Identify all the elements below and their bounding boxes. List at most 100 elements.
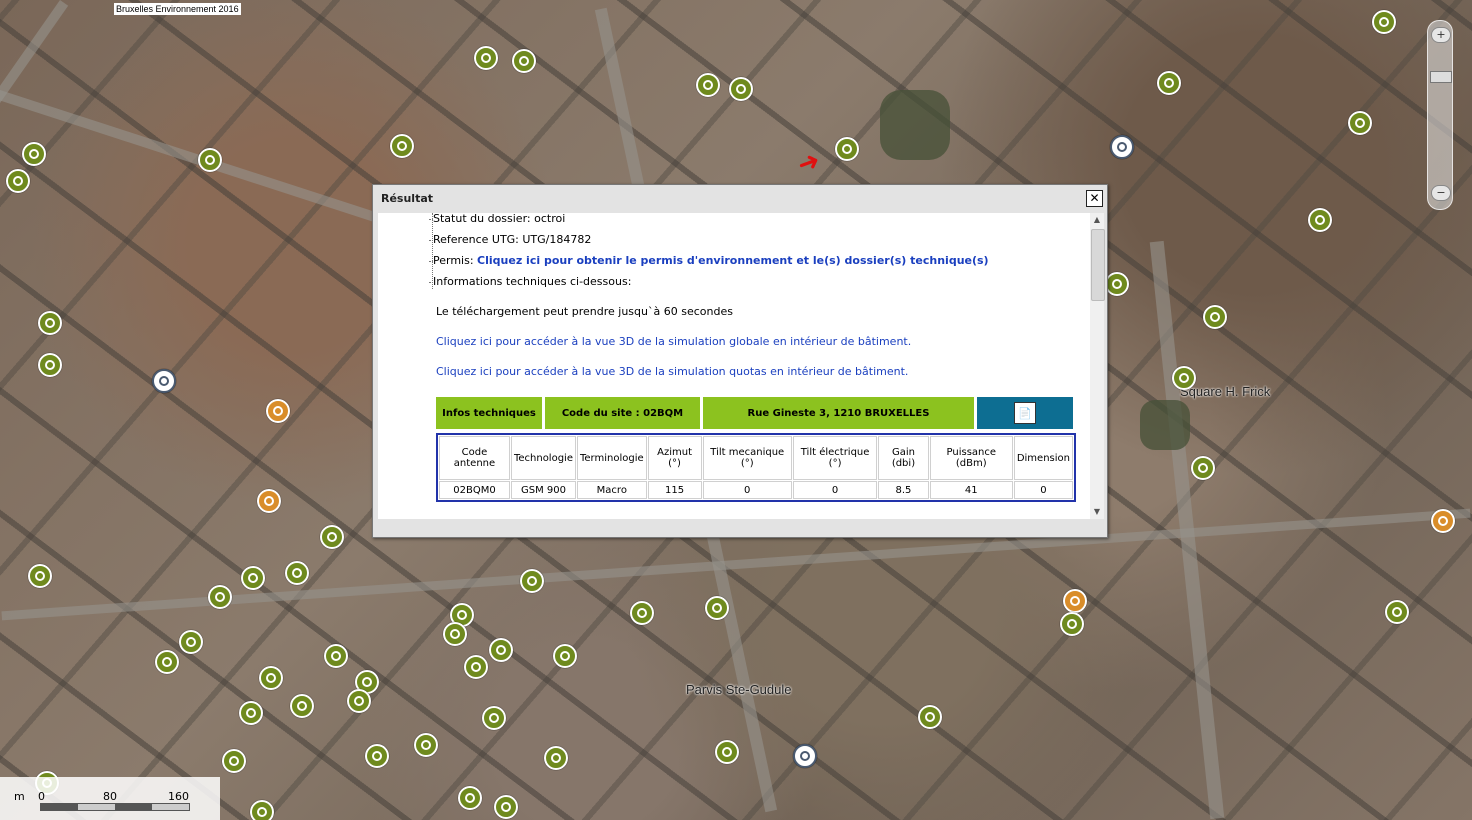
antenna-marker-icon[interactable] — [918, 705, 942, 729]
cell-code-antenne: 02BQM0 — [439, 481, 510, 499]
antenna-marker-icon[interactable] — [198, 148, 222, 172]
antenna-marker-icon[interactable] — [285, 561, 309, 585]
info-bar: Infos techniques Code du site : 02BQM Ru… — [436, 397, 1075, 429]
antenna-marker-icon[interactable] — [1431, 509, 1455, 533]
permit-label: Permis: — [433, 254, 478, 267]
zoom-handle[interactable] — [1430, 71, 1452, 83]
scroll-down-icon[interactable]: ▼ — [1090, 505, 1104, 519]
info-tech-cell: Infos techniques — [436, 397, 542, 429]
col-terminologie: Terminologie — [576, 436, 647, 480]
dialog-content[interactable]: Statut du dossier: octroi Reference UTG:… — [378, 213, 1090, 519]
col-tilt-mecanique: Tilt mecanique (°) — [702, 436, 792, 480]
antenna-marker-icon[interactable] — [630, 601, 654, 625]
antenna-marker-icon[interactable] — [290, 694, 314, 718]
antenna-marker-icon[interactable] — [474, 46, 498, 70]
scale-graphic — [40, 803, 190, 811]
antenna-marker-icon[interactable] — [729, 77, 753, 101]
zoom-in-button[interactable]: + — [1431, 27, 1451, 43]
col-dimension: Dimension — [1013, 436, 1073, 480]
map-park — [880, 90, 950, 160]
antenna-marker-icon[interactable] — [152, 369, 176, 393]
antenna-marker-icon[interactable] — [155, 650, 179, 674]
antenna-marker-icon[interactable] — [365, 744, 389, 768]
antenna-marker-icon[interactable] — [208, 585, 232, 609]
link-3d-global[interactable]: Cliquez ici pour accéder à la vue 3D de … — [436, 335, 911, 348]
antenna-marker-icon[interactable] — [482, 706, 506, 730]
cell-dimension: 0 — [1013, 481, 1073, 499]
place-label-square: Square H. Frick — [1180, 384, 1271, 399]
antenna-marker-icon[interactable] — [458, 786, 482, 810]
antenna-marker-icon[interactable] — [1348, 111, 1372, 135]
antenna-marker-icon[interactable] — [320, 525, 344, 549]
antenna-marker-icon[interactable] — [489, 638, 513, 662]
antenna-marker-icon[interactable] — [414, 733, 438, 757]
antenna-marker-icon[interactable] — [1110, 135, 1134, 159]
dialog-scrollbar[interactable]: ▲ ▼ — [1090, 213, 1105, 519]
antenna-marker-icon[interactable] — [257, 489, 281, 513]
antenna-marker-icon[interactable] — [443, 622, 467, 646]
antenna-marker-icon[interactable] — [1385, 600, 1409, 624]
scale-bar: m 0 80 160 — [0, 777, 220, 820]
antenna-marker-icon[interactable] — [553, 644, 577, 668]
antenna-marker-icon[interactable] — [1191, 456, 1215, 480]
antenna-marker-icon[interactable] — [464, 655, 488, 679]
antenna-marker-icon[interactable] — [1203, 305, 1227, 329]
location-arrow-icon: ➜ — [793, 145, 825, 181]
site-code-cell: Code du site : 02BQM — [545, 397, 700, 429]
reference-label: Reference UTG: UTG/184782 — [433, 233, 592, 246]
link-3d-quota[interactable]: Cliquez ici pour accéder à la vue 3D de … — [436, 365, 908, 378]
antenna-marker-icon[interactable] — [38, 311, 62, 335]
antenna-marker-icon[interactable] — [22, 142, 46, 166]
antenna-marker-icon[interactable] — [6, 169, 30, 193]
scroll-thumb[interactable] — [1091, 229, 1105, 301]
col-code-antenne: Code antenne — [439, 436, 510, 480]
antenna-table: Code antenne Technologie Terminologie Az… — [436, 433, 1076, 502]
antenna-marker-icon[interactable] — [715, 740, 739, 764]
antenna-marker-icon[interactable] — [179, 630, 203, 654]
cell-tilt-electrique: 0 — [792, 481, 878, 499]
col-gain: Gain (dbi) — [878, 436, 929, 480]
antenna-marker-icon[interactable] — [1060, 612, 1084, 636]
antenna-marker-icon[interactable] — [835, 137, 859, 161]
cell-puissance: 41 — [929, 481, 1013, 499]
antenna-marker-icon[interactable] — [241, 566, 265, 590]
cell-gain: 8.5 — [878, 481, 929, 499]
antenna-marker-icon[interactable] — [696, 73, 720, 97]
zoom-out-button[interactable]: − — [1431, 185, 1451, 201]
antenna-marker-icon[interactable] — [705, 596, 729, 620]
document-cell: 📄 — [977, 397, 1073, 429]
map-credit: Bruxelles Environnement 2016 — [114, 3, 241, 15]
antenna-marker-icon[interactable] — [38, 353, 62, 377]
antenna-marker-icon[interactable] — [259, 666, 283, 690]
antenna-marker-icon[interactable] — [266, 399, 290, 423]
scale-unit: m — [14, 790, 25, 803]
antenna-marker-icon[interactable] — [390, 134, 414, 158]
scroll-up-icon[interactable]: ▲ — [1090, 213, 1104, 227]
antenna-marker-icon[interactable] — [250, 800, 274, 820]
antenna-marker-icon[interactable] — [544, 746, 568, 770]
address-cell: Rue Gineste 3, 1210 BRUXELLES — [703, 397, 974, 429]
antenna-marker-icon[interactable] — [1372, 10, 1396, 34]
antenna-marker-icon[interactable] — [347, 689, 371, 713]
antenna-marker-icon[interactable] — [1105, 272, 1129, 296]
place-label-parvis: Parvis Ste-Gudule — [686, 682, 792, 697]
antenna-marker-icon[interactable] — [494, 795, 518, 819]
antenna-marker-icon[interactable] — [1308, 208, 1332, 232]
permit-link[interactable]: Cliquez ici pour obtenir le permis d'env… — [477, 254, 989, 267]
antenna-marker-icon[interactable] — [28, 564, 52, 588]
antenna-marker-icon[interactable] — [1172, 366, 1196, 390]
zoom-slider[interactable]: + − — [1427, 20, 1453, 210]
close-icon[interactable]: ✕ — [1086, 190, 1103, 207]
antenna-marker-icon[interactable] — [1063, 589, 1087, 613]
table-header-row: Code antenne Technologie Terminologie Az… — [439, 436, 1073, 480]
antenna-marker-icon[interactable] — [239, 701, 263, 725]
antenna-marker-icon[interactable] — [793, 744, 817, 768]
antenna-marker-icon[interactable] — [324, 644, 348, 668]
dialog-title: Résultat — [381, 192, 434, 205]
antenna-marker-icon[interactable] — [222, 749, 246, 773]
antenna-marker-icon[interactable] — [1157, 71, 1181, 95]
scale-tick: 0 — [38, 790, 45, 803]
antenna-marker-icon[interactable] — [520, 569, 544, 593]
document-icon[interactable]: 📄 — [1014, 402, 1036, 424]
antenna-marker-icon[interactable] — [512, 49, 536, 73]
